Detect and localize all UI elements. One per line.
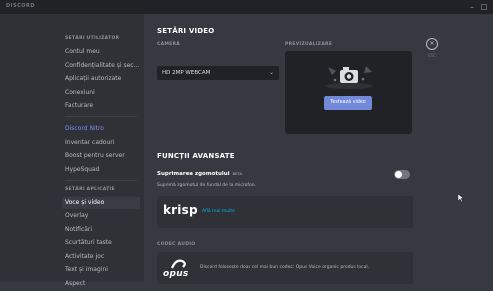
opus-logo-icon: opus: [163, 258, 189, 280]
video-settings-title: SETĂRI VIDEO: [157, 27, 215, 35]
category-app-settings: SETĂRI APLICAȚIE: [65, 186, 115, 192]
preview-label: PREVIZUALIZARE: [285, 42, 333, 47]
esc-label: ESC: [428, 53, 436, 58]
camera-icon: [325, 66, 373, 89]
sidebar-item-notifications[interactable]: Notificări: [62, 224, 140, 236]
noise-suppression-title: Suprimarea zgomotului BETA: [157, 171, 242, 177]
camera-label: CAMERĂ: [157, 42, 181, 47]
sidebar-item-keybinds[interactable]: Scurtături taste: [62, 237, 140, 249]
toggle-knob: [395, 171, 402, 178]
sidebar-item-my-account[interactable]: Contul meu: [62, 46, 140, 58]
sidebar-item-privacy[interactable]: Confidențialitate și sec...: [62, 60, 140, 72]
maximize-button[interactable]: □: [479, 2, 489, 12]
noise-suppression-toggle[interactable]: [394, 170, 410, 179]
sidebar-item-hypesquad[interactable]: HypeSquad: [62, 164, 140, 176]
sidebar-item-gift-inventory[interactable]: Inventar cadouri: [62, 137, 140, 149]
title-bar: DISCORD – □: [0, 0, 493, 14]
close-icon[interactable]: ✕: [426, 38, 438, 50]
sidebar-item-billing[interactable]: Facturare: [62, 100, 140, 112]
app-brand: DISCORD: [6, 3, 36, 9]
audio-codec-label: CODEC AUDIO: [157, 242, 196, 247]
noise-suppression-label: Suprimarea zgomotului: [157, 171, 230, 177]
chevron-down-icon: ⌄: [268, 69, 274, 76]
camera-select-value: HD 2MP WEBCAM: [162, 70, 211, 76]
settings-sidebar: SETĂRI UTILIZATOR Contul meu Confidenția…: [0, 14, 144, 287]
close-settings[interactable]: ✕ ESC: [426, 38, 438, 58]
sidebar-divider: [65, 116, 137, 117]
opus-description: Discord folosește doar cel mai bun codec…: [200, 265, 370, 270]
video-preview: [285, 51, 412, 134]
sidebar-item-text-images[interactable]: Text și imagini: [62, 264, 140, 276]
minimize-button[interactable]: –: [467, 2, 477, 12]
noise-suppression-description: Suprimă zgomotul de fundal de la microfo…: [157, 183, 257, 188]
krisp-card: krisp Află mai multe: [157, 196, 413, 228]
advanced-features-title: FUNCȚII AVANSATE: [157, 152, 235, 160]
krisp-logo: krisp: [163, 203, 198, 217]
sidebar-item-server-boost[interactable]: Boost pentru server: [62, 150, 140, 162]
sidebar-item-authorized-apps[interactable]: Aplicații autorizate: [62, 73, 140, 85]
camera-select[interactable]: HD 2MP WEBCAM ⌄: [157, 66, 279, 80]
sidebar-item-game-activity[interactable]: Activitate joc: [62, 251, 140, 263]
sidebar-item-connections[interactable]: Conexiuni: [62, 87, 140, 99]
opus-wordmark: opus: [163, 269, 189, 279]
settings-content: SETĂRI VIDEO CAMERĂ HD 2MP WEBCAM ⌄ PREV…: [144, 14, 493, 284]
sidebar-item-voice-video[interactable]: Voce și video: [62, 196, 140, 209]
sidebar-divider: [65, 179, 137, 181]
opus-card: opus Discord folosește doar cel mai bun …: [157, 252, 413, 284]
category-user-settings: SETĂRI UTILIZATOR: [65, 36, 120, 41]
test-video-button[interactable]: Testează video: [324, 96, 372, 110]
sidebar-item-appearance[interactable]: Aspect: [62, 278, 140, 290]
mouse-cursor-icon: [458, 194, 464, 202]
sidebar-item-discord-nitro[interactable]: Discord Nitro: [62, 123, 140, 135]
learn-more-link[interactable]: Află mai multe: [202, 209, 235, 214]
sidebar-item-overlay[interactable]: Overlay: [62, 210, 140, 222]
beta-badge: BETA: [232, 171, 243, 176]
